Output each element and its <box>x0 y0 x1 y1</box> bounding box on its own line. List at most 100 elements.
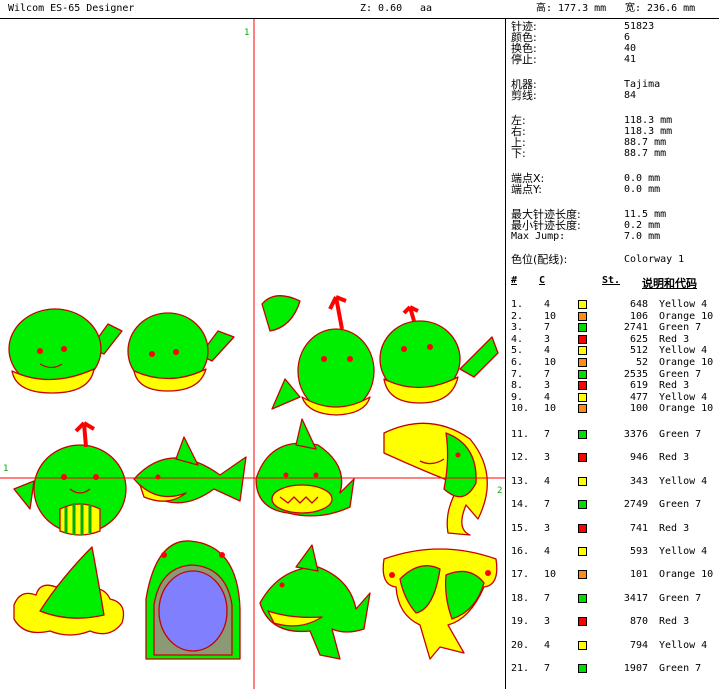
thread-color-swatch[interactable] <box>578 381 587 391</box>
whale-design-1[interactable] <box>8 308 123 394</box>
row-thread-name: Red 3 <box>659 333 690 345</box>
thread-color-swatch[interactable] <box>578 369 587 379</box>
row-thread-name: Yellow 4 <box>659 639 708 651</box>
row-index: 6. <box>511 357 524 368</box>
row-index: 5. <box>511 345 524 357</box>
thread-color-swatch[interactable] <box>578 664 587 673</box>
thread-color-swatch[interactable] <box>578 358 587 367</box>
shark-design-3[interactable] <box>383 422 488 536</box>
thread-color-swatch[interactable] <box>578 311 587 321</box>
guide-marker-right: 2 <box>497 486 502 496</box>
thread-color-swatch[interactable] <box>578 334 587 344</box>
thread-color-swatch[interactable] <box>578 453 587 463</box>
row-thread-name: Red 3 <box>659 380 690 392</box>
thread-color-swatch[interactable] <box>578 523 587 533</box>
row-color-code: 4 <box>544 345 551 357</box>
thread-color-swatch[interactable] <box>578 430 587 439</box>
whale-design-2[interactable] <box>127 312 235 392</box>
color-sequence-row[interactable]: 12. 3 946 Red 3 <box>506 452 719 463</box>
row-color-code: 10 <box>544 310 557 322</box>
row-color-code: 10 <box>544 403 557 415</box>
row-color-code: 7 <box>544 663 551 674</box>
row-index: 12. <box>511 452 530 464</box>
row-color-code: 4 <box>544 475 551 487</box>
row-stitch-count: 512 <box>629 345 648 357</box>
color-sequence-row[interactable]: 7. 7 2535 Green 7 <box>506 369 719 380</box>
design-canvas[interactable]: 1 1 2 <box>0 19 506 689</box>
row-thread-name: Yellow 4 <box>659 391 708 403</box>
row-stitch-count: 619 <box>629 380 648 392</box>
row-index: 10. <box>511 403 530 415</box>
col-header-description[interactable]: 说明和代码 <box>642 275 697 291</box>
shark-mouth-design[interactable] <box>145 540 241 660</box>
row-index: 17. <box>511 569 530 581</box>
row-index: 21. <box>511 663 530 674</box>
shark-design-2[interactable] <box>255 418 355 517</box>
antialias-indicator[interactable]: aa <box>420 0 432 17</box>
thread-color-swatch[interactable] <box>578 570 587 580</box>
color-sequence-row[interactable]: 13. 4 343 Yellow 4 <box>506 476 719 487</box>
row-color-code: 3 <box>544 333 551 345</box>
shark-fin-design[interactable] <box>13 546 125 636</box>
color-sequence-row[interactable]: 16. 4 593 Yellow 4 <box>506 546 719 557</box>
row-index: 2. <box>511 310 524 322</box>
thread-color-swatch[interactable] <box>578 640 587 650</box>
color-sequence-row[interactable]: 17. 10 101 Orange 10 <box>506 569 719 580</box>
color-sequence-row[interactable]: 1. 4 648 Yellow 4 <box>506 299 719 310</box>
shark-design-1[interactable] <box>133 436 247 504</box>
color-sequence-row[interactable]: 11. 7 3376 Green 7 <box>506 429 719 440</box>
hammerhead-design[interactable] <box>382 548 498 660</box>
whale-design-5[interactable] <box>13 421 127 536</box>
title-bar: Wilcom ES-65 Designer Z: 0.60 aa 高: 177.… <box>0 0 719 19</box>
row-color-code: 3 <box>544 522 551 534</box>
color-sequence-row[interactable]: 5. 4 512 Yellow 4 <box>506 345 719 356</box>
row-stitch-count: 1907 <box>623 663 648 674</box>
color-sequence-row[interactable]: 9. 4 477 Yellow 4 <box>506 392 719 403</box>
color-sequence-row[interactable]: 20. 4 794 Yellow 4 <box>506 640 719 651</box>
color-sequence-row[interactable]: 14. 7 2749 Green 7 <box>506 499 719 510</box>
whale-design-4[interactable] <box>379 305 499 404</box>
design-height-readout: 高: 177.3 mm <box>536 3 607 14</box>
color-sequence-row[interactable]: 8. 3 619 Red 3 <box>506 380 719 391</box>
col-header-stitches[interactable]: St. <box>602 275 620 286</box>
color-sequence-row[interactable]: 18. 7 3417 Green 7 <box>506 593 719 604</box>
row-index: 14. <box>511 499 530 511</box>
color-sequence-row[interactable]: 15. 3 741 Red 3 <box>506 523 719 534</box>
color-sequence-row[interactable]: 4. 3 625 Red 3 <box>506 334 719 345</box>
thread-color-swatch[interactable] <box>578 346 587 356</box>
guide-marker-left: 1 <box>3 464 8 474</box>
thread-color-swatch[interactable] <box>578 300 587 309</box>
thread-color-swatch[interactable] <box>578 617 587 627</box>
row-thread-name: Green 7 <box>659 592 702 604</box>
color-sequence-row[interactable]: 3. 7 2741 Green 7 <box>506 322 719 333</box>
color-sequence-row[interactable]: 21. 7 1907 Green 7 <box>506 663 719 674</box>
thread-color-swatch[interactable] <box>578 392 587 402</box>
thread-color-swatch[interactable] <box>578 404 587 414</box>
row-stitch-count: 477 <box>629 391 648 403</box>
thread-color-swatch[interactable] <box>578 476 587 486</box>
row-color-code: 10 <box>544 357 557 368</box>
thread-color-swatch[interactable] <box>578 323 587 333</box>
thread-color-swatch[interactable] <box>578 500 587 510</box>
whale-design-3[interactable] <box>261 295 375 416</box>
color-sequence-row[interactable]: 6. 10 52 Orange 10 <box>506 357 719 368</box>
row-stitch-count: 2749 <box>623 499 648 511</box>
row-stitch-count: 794 <box>629 639 648 651</box>
color-sequence-row[interactable]: 2. 10 106 Orange 10 <box>506 311 719 322</box>
row-stitch-count: 3376 <box>623 429 648 440</box>
color-sequence-row[interactable]: 19. 3 870 Red 3 <box>506 616 719 627</box>
row-stitch-count: 625 <box>629 333 648 345</box>
row-stitch-count: 101 <box>629 569 648 581</box>
row-color-code: 4 <box>544 391 551 403</box>
shark-design-4[interactable] <box>259 544 371 660</box>
row-color-code: 4 <box>544 299 551 310</box>
row-stitch-count: 741 <box>629 522 648 534</box>
thread-color-swatch[interactable] <box>578 593 587 603</box>
thread-color-swatch[interactable] <box>578 547 587 556</box>
col-header-index[interactable]: # <box>511 275 517 286</box>
row-thread-name: Orange 10 <box>659 403 714 415</box>
col-header-code[interactable]: C <box>539 275 545 286</box>
color-sequence-row[interactable]: 10. 10 100 Orange 10 <box>506 403 719 414</box>
row-color-code: 7 <box>544 368 551 380</box>
row-index: 19. <box>511 616 530 628</box>
